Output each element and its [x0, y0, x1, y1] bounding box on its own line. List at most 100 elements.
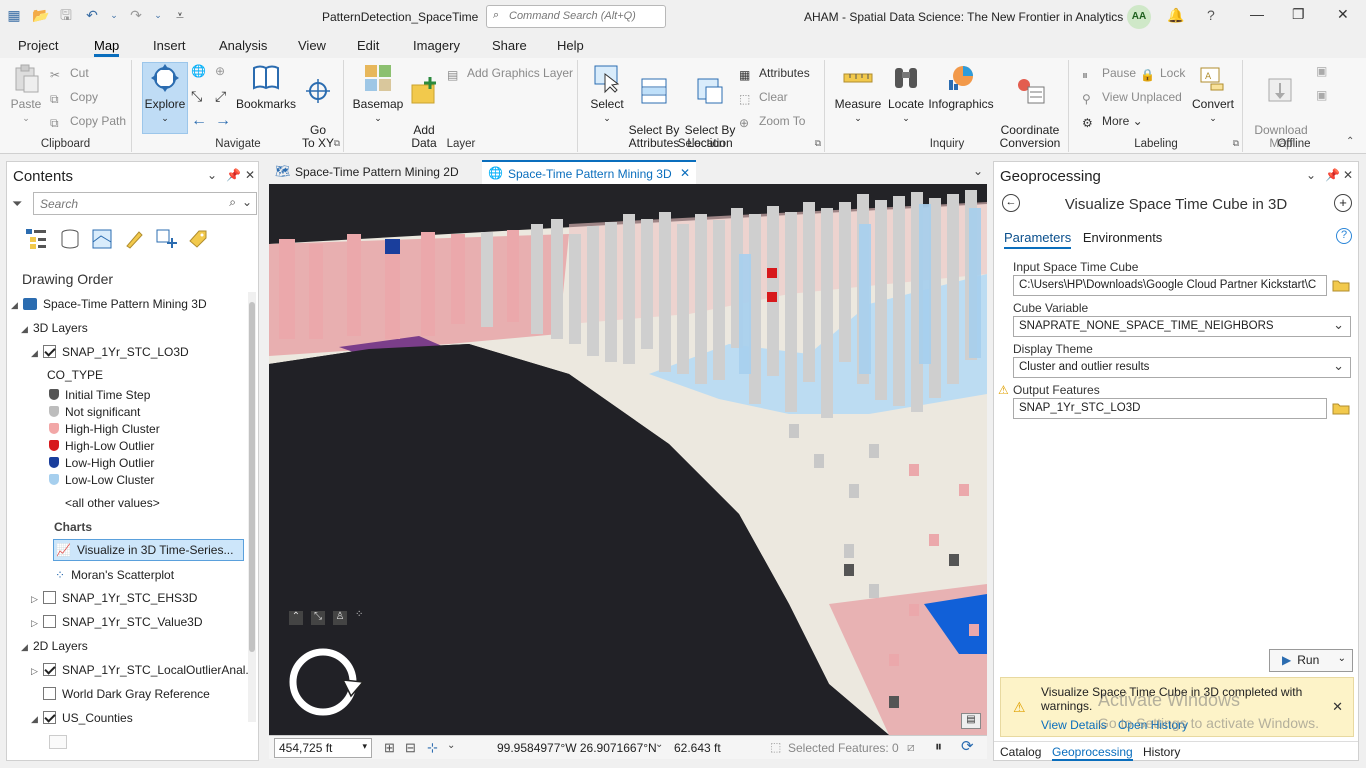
customize-qat-icon[interactable]: ⩡	[172, 7, 188, 23]
view-details-link[interactable]: View Details	[1041, 718, 1107, 732]
layer-visibility-checkbox[interactable]	[43, 663, 56, 676]
tab-help[interactable]: Help	[557, 38, 584, 53]
navigate-launcher-icon[interactable]: ⧉	[334, 138, 340, 149]
tab-environments[interactable]: Environments	[1083, 230, 1162, 245]
next-extent-icon[interactable]: →	[215, 112, 231, 130]
chart-item-time-series[interactable]: 📈 Visualize in 3D Time-Series...	[53, 539, 244, 561]
command-search-input[interactable]: ⌕ Command Search (Alt+Q)	[486, 5, 666, 28]
collapse-ribbon-icon[interactable]: ⌃	[1346, 136, 1354, 147]
download-map-button[interactable]: Download Map	[1250, 62, 1312, 150]
bookmarks-button[interactable]: Bookmarks	[234, 62, 298, 111]
tab-history[interactable]: History	[1143, 745, 1180, 759]
layer-visibility-checkbox[interactable]	[43, 687, 56, 700]
dismiss-message-icon[interactable]: ✕	[1332, 699, 1343, 715]
output-features-field[interactable]: SNAP_1Yr_STC_LO3D	[1013, 398, 1327, 419]
previous-extent-icon[interactable]: ←	[191, 112, 207, 130]
labeling-launcher-icon[interactable]: ⧉	[1233, 138, 1239, 149]
tab-insert[interactable]: Insert	[153, 38, 186, 53]
measure-button[interactable]: Measure ⌄	[832, 62, 884, 125]
add-data-button[interactable]: Add Data	[405, 62, 443, 150]
fixed-zoom-icon[interactable]: ⤢	[215, 88, 226, 105]
undo-icon[interactable]: ↶	[84, 7, 100, 23]
tab-project[interactable]: Project	[18, 38, 58, 53]
input-cube-field[interactable]: C:\Users\HP\Downloads\Google Cloud Partn…	[1013, 275, 1327, 296]
layer-visibility-checkbox[interactable]	[43, 345, 56, 358]
contents-scrollbar[interactable]	[248, 292, 256, 722]
selection-launcher-icon[interactable]: ⧉	[815, 138, 821, 149]
map-tips-icon[interactable]: ▤	[961, 713, 981, 729]
redo-icon[interactable]: ↷	[128, 7, 144, 23]
cut-button[interactable]: ✂ Cut	[50, 66, 89, 82]
copy-button[interactable]: ⧉ Copy	[50, 90, 98, 106]
copy-path-button[interactable]: ⧉ Copy Path	[50, 114, 126, 130]
grid-icon[interactable]: ⊞	[384, 740, 395, 756]
pin-icon[interactable]: 📌	[226, 168, 241, 182]
paste-button[interactable]: Paste ⌄	[8, 62, 44, 125]
redo-dropdown-icon[interactable]: ⌄	[154, 7, 162, 23]
more-labeling-button[interactable]: ⚙ More ⌄	[1082, 114, 1143, 130]
display-theme-select[interactable]: Cluster and outlier results	[1013, 357, 1351, 378]
attributes-button[interactable]: ▦ Attributes	[739, 66, 810, 82]
browse-folder-icon[interactable]	[1332, 278, 1350, 292]
tab-list-dropdown-icon[interactable]: ⌄	[973, 164, 983, 178]
globe-icon[interactable]: 🌐	[191, 64, 206, 78]
cube-variable-select[interactable]: SNAPRATE_NONE_SPACE_TIME_NEIGHBORS	[1013, 316, 1351, 337]
dynamic-tables-icon[interactable]: ⊟	[405, 740, 416, 756]
layer-visibility-checkbox[interactable]	[43, 615, 56, 628]
add-graphics-layer-button[interactable]: ▤ Add Graphics Layer	[447, 66, 573, 82]
collapse-icon[interactable]: ◢	[11, 300, 23, 311]
tab-view[interactable]: View	[298, 38, 326, 53]
list-by-selection-icon[interactable]	[91, 228, 113, 250]
remove-offline-icon[interactable]: ▣	[1316, 88, 1327, 102]
tab-analysis[interactable]: Analysis	[219, 38, 267, 53]
notification-icon[interactable]: 🔔	[1167, 7, 1184, 24]
select-button[interactable]: Select ⌄	[585, 62, 629, 125]
3d-layers-group[interactable]: ◢ 3D Layers	[21, 321, 88, 335]
run-button[interactable]: ▶ Run ⌄	[1269, 649, 1353, 672]
pause-labels-button[interactable]: ⏸ Pause	[1082, 66, 1136, 82]
restore-icon[interactable]: ❐	[1292, 6, 1305, 23]
list-by-editing-icon[interactable]	[123, 228, 145, 250]
list-by-drawing-order-icon[interactable]	[25, 228, 47, 250]
expand-icon[interactable]: ▷	[31, 666, 43, 677]
collapse-icon[interactable]: ◢	[31, 348, 43, 359]
tab-imagery[interactable]: Imagery	[413, 38, 460, 53]
undo-dropdown-icon[interactable]: ⌄	[110, 7, 118, 23]
pin-icon[interactable]: 📌	[1325, 168, 1340, 182]
first-person-icon[interactable]: ♙	[333, 611, 347, 625]
select-by-attributes-button[interactable]: Select By Attributes	[627, 62, 681, 150]
list-by-data-source-icon[interactable]	[59, 228, 81, 250]
scene-view[interactable]: ⌃ ⤡ ♙ ⁘ ▤	[269, 184, 987, 735]
clear-button[interactable]: ⬚ Clear	[739, 90, 788, 106]
save-icon[interactable]: 🖫	[58, 7, 74, 23]
close-tab-icon[interactable]: ✕	[680, 166, 690, 180]
scene-canvas[interactable]	[269, 184, 987, 735]
collapse-icon[interactable]: ◢	[21, 642, 33, 653]
infographics-button[interactable]: Infographics	[926, 62, 996, 111]
2d-layers-group[interactable]: ◢ 2D Layers	[21, 639, 88, 653]
list-by-labeling-icon[interactable]	[187, 228, 209, 250]
browse-folder-icon[interactable]	[1332, 401, 1350, 415]
close-geoprocessing-icon[interactable]: ✕	[1343, 168, 1353, 182]
add-icon[interactable]: +	[1334, 194, 1352, 212]
coordinate-conversion-button[interactable]: Coordinate Conversion	[996, 62, 1064, 150]
coordinates-dropdown-icon[interactable]: ⌄	[655, 739, 663, 750]
heads-up-display-icon[interactable]: ⁘	[355, 609, 363, 620]
view-unplaced-button[interactable]: ⚲ View Unplaced	[1082, 90, 1182, 106]
scale-selector[interactable]: 454,725 ft ▾	[274, 738, 372, 758]
pause-drawing-icon[interactable]: ⏸	[935, 738, 942, 755]
convert-button[interactable]: A Convert ⌄	[1190, 62, 1236, 125]
tab-parameters[interactable]: Parameters	[1004, 230, 1072, 249]
open-project-icon[interactable]: 📂	[32, 7, 49, 23]
tab-catalog[interactable]: Catalog	[1000, 745, 1041, 759]
close-window-icon[interactable]: ✕	[1337, 6, 1349, 23]
full-extent-nav-icon[interactable]: ⤡	[311, 611, 325, 625]
user-avatar[interactable]: AA	[1127, 5, 1151, 29]
filter-icon[interactable]: ⏷	[12, 196, 22, 212]
expand-icon[interactable]: ▷	[31, 618, 43, 629]
collapse-navigator-icon[interactable]: ⌃	[289, 611, 303, 625]
layer-visibility-checkbox[interactable]	[43, 591, 56, 604]
help-icon[interactable]: ?	[1336, 228, 1352, 244]
map-node[interactable]: ◢ Space-Time Pattern Mining 3D	[11, 297, 207, 311]
run-dropdown-icon[interactable]: ⌄	[1338, 653, 1346, 664]
